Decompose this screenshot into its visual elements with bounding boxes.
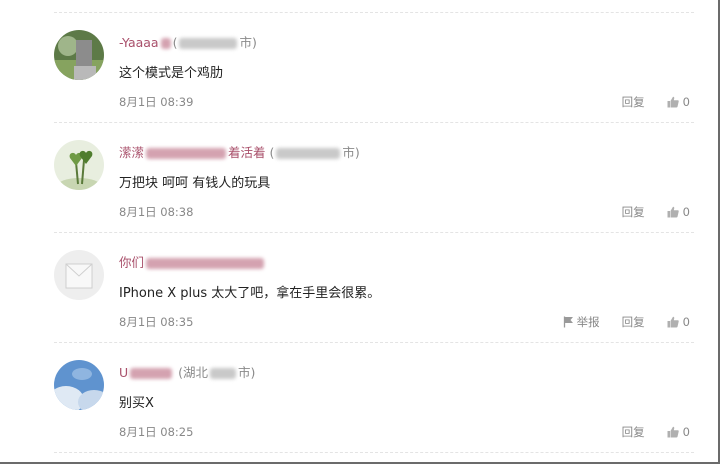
like-button[interactable]: 0 (667, 425, 690, 439)
like-button[interactable]: 0 (667, 95, 690, 109)
user-avatar[interactable] (54, 250, 104, 300)
divider (54, 452, 694, 453)
flag-icon (563, 316, 573, 328)
comment-time: 8月1日 08:25 (119, 425, 194, 439)
reply-button[interactable]: 回复 (622, 204, 645, 220)
blurred-location (276, 148, 341, 159)
like-button[interactable]: 0 (667, 315, 690, 329)
blurred-username (146, 148, 227, 159)
username-text: 潆潆 (119, 145, 145, 160)
location-open: ( (172, 35, 178, 50)
thumbs-up-icon (667, 206, 679, 218)
comment-time: 8月1日 08:39 (119, 95, 194, 109)
comment-text: IPhone X plus 太大了吧，拿在手里会很累。 (119, 286, 381, 301)
username-text: U (119, 365, 129, 380)
username-text: 你们 (119, 255, 145, 270)
like-count: 0 (682, 205, 690, 219)
comment-time: 8月1日 08:38 (119, 205, 194, 219)
user-avatar[interactable] (54, 140, 104, 190)
comment-text: 别买X (119, 396, 154, 411)
location-suffix: 市) (239, 35, 257, 50)
blurred-location (179, 38, 238, 49)
comment-username[interactable]: 潆潆 着活着 ( 市) (119, 142, 360, 161)
thumbs-up-icon (667, 316, 679, 328)
username-text: -Yaaaa (119, 35, 159, 50)
reply-button[interactable]: 回复 (622, 424, 645, 440)
comment-text: 万把块 呵呵 有钱人的玩具 (119, 176, 271, 191)
comment-item: U (湖北 市) 别买X 8月1日 08:25 回复 0 (0, 330, 716, 440)
reply-button[interactable]: 回复 (622, 94, 645, 110)
blurred-username (146, 258, 265, 269)
comment-username[interactable]: -Yaaaa ( 市) (119, 32, 257, 51)
comment-username[interactable]: 你们 (119, 252, 266, 271)
like-count: 0 (682, 315, 690, 329)
comment-time: 8月1日 08:35 (119, 315, 194, 329)
blurred-username (160, 38, 171, 49)
user-avatar[interactable] (54, 30, 104, 80)
like-count: 0 (682, 95, 690, 109)
comment-text: 这个模式是个鸡肋 (119, 66, 224, 81)
comment-item: 你们 IPhone X plus 太大了吧，拿在手里会很累。 8月1日 08:3… (0, 220, 716, 330)
location-suffix: 市) (238, 365, 256, 380)
location-open: ( (269, 145, 275, 160)
like-button[interactable]: 0 (667, 205, 690, 219)
reply-button[interactable]: 回复 (622, 314, 645, 330)
comment-actions: 回复 0 (622, 424, 690, 440)
like-count: 0 (682, 425, 690, 439)
blurred-location (210, 368, 237, 379)
blurred-username (130, 368, 173, 379)
comment-actions: 举报 回复 0 (563, 314, 690, 330)
report-label: 举报 (576, 315, 600, 329)
username-suffix: 着活着 (228, 145, 266, 160)
report-button[interactable]: 举报 (563, 314, 600, 330)
thumbs-up-icon (667, 96, 679, 108)
location-prefix: (湖北 (178, 365, 209, 380)
user-avatar[interactable] (54, 360, 104, 410)
location-suffix: 市) (342, 145, 360, 160)
thumbs-up-icon (667, 426, 679, 438)
comment-username[interactable]: U (湖北 市) (119, 362, 255, 381)
comment-item: -Yaaaa ( 市) 这个模式是个鸡肋 8月1日 08:39 回复 0 (0, 0, 716, 110)
comment-actions: 回复 0 (622, 204, 690, 220)
comment-actions: 回复 0 (622, 94, 690, 110)
comment-item: 潆潆 着活着 ( 市) 万把块 呵呵 有钱人的玩具 8月1日 08:38 回复 0 (0, 110, 716, 220)
